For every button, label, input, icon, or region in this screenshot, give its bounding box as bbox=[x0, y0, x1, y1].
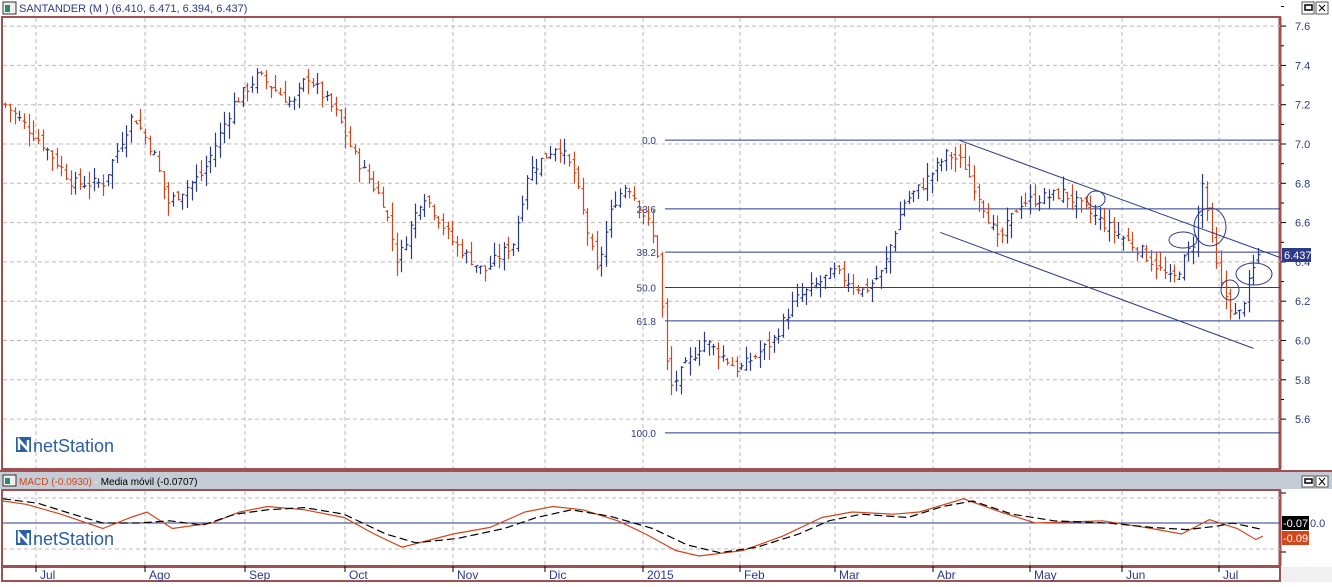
x-tick-label: Dic bbox=[549, 568, 566, 582]
fib-level-label: 50.0 bbox=[637, 283, 657, 294]
y-tick-label: 7.2 bbox=[1295, 100, 1310, 112]
y-tick-label: 7.4 bbox=[1295, 60, 1310, 72]
price-axis: 7.67.47.27.06.86.66.46.26.05.85.6 bbox=[1281, 6, 1310, 426]
last-price-badge: 6.437 bbox=[1282, 248, 1312, 262]
fib-level-label: 0.0 bbox=[642, 136, 656, 147]
x-tick-label: Feb bbox=[744, 568, 765, 582]
minimize-button[interactable] bbox=[1301, 1, 1315, 15]
y-tick-label: 7.0 bbox=[1295, 139, 1310, 151]
y-tick-label: 5.8 bbox=[1295, 375, 1310, 387]
fib-level-label: 61.8 bbox=[637, 317, 657, 328]
x-tick-label: May bbox=[1034, 568, 1057, 582]
macd-minimize-button[interactable] bbox=[1301, 475, 1315, 488]
y-tick-label: 5.6 bbox=[1295, 414, 1310, 426]
x-tick-label: 2015 bbox=[647, 568, 674, 582]
x-tick-label: Jun bbox=[1126, 568, 1145, 582]
fib-level-label: 100.0 bbox=[631, 429, 656, 440]
fib-level-label: 38.2 bbox=[637, 248, 657, 259]
date-axis bbox=[1, 566, 1281, 582]
macd-header-bar bbox=[0, 472, 1332, 489]
x-tick-label: Jul bbox=[1223, 568, 1238, 582]
macd-plot-area[interactable] bbox=[1, 489, 1281, 567]
price-plot-area[interactable] bbox=[1, 16, 1281, 470]
macd-axis: -0.07 0.0 -0.09 bbox=[1281, 492, 1325, 553]
y-tick-label: 7.6 bbox=[1295, 21, 1310, 33]
svg-text:6.437: 6.437 bbox=[1284, 250, 1312, 262]
macd-value-label: -0.09 bbox=[1283, 533, 1308, 545]
macd-legend-macd: MACD (-0.0930) bbox=[19, 477, 92, 488]
macd-close-button[interactable] bbox=[1315, 475, 1329, 488]
x-tick-label: Jul bbox=[40, 568, 55, 582]
macd-legend-signal: Media móvil (-0.0707) bbox=[101, 477, 198, 488]
y-tick-label: 6.2 bbox=[1295, 296, 1310, 308]
macd-window-icon bbox=[2, 474, 17, 487]
x-tick-label: Sep bbox=[249, 568, 271, 582]
window-icon bbox=[2, 1, 17, 15]
y-tick-label: 6.0 bbox=[1295, 336, 1310, 348]
chart-title: SANTANDER (M ) (6.410, 6.471, 6.394, 6.4… bbox=[19, 3, 247, 15]
y-tick-label: 6.8 bbox=[1295, 178, 1310, 190]
svg-text:netStation: netStation bbox=[33, 436, 114, 456]
zero-label: 0.0 bbox=[1310, 518, 1325, 530]
signal-value-label: -0.07 bbox=[1283, 518, 1308, 530]
svg-text:netStation: netStation bbox=[33, 529, 114, 549]
macd-legend: MACD (-0.0930) - Media móvil (-0.0707) bbox=[19, 477, 197, 488]
macd-legend-separator: - bbox=[92, 477, 101, 488]
chart-window: SANTANDER (M ) (6.410, 6.471, 6.394, 6.4… bbox=[0, 0, 1332, 582]
x-tick-label: Mar bbox=[839, 568, 860, 582]
x-tick-label: Abr bbox=[937, 568, 956, 582]
close-button[interactable] bbox=[1315, 1, 1329, 15]
x-tick-label: Ago bbox=[149, 568, 171, 582]
x-tick-label: Oct bbox=[349, 568, 368, 582]
x-tick-label: Nov bbox=[457, 568, 478, 582]
y-tick-label: 6.6 bbox=[1295, 218, 1310, 230]
